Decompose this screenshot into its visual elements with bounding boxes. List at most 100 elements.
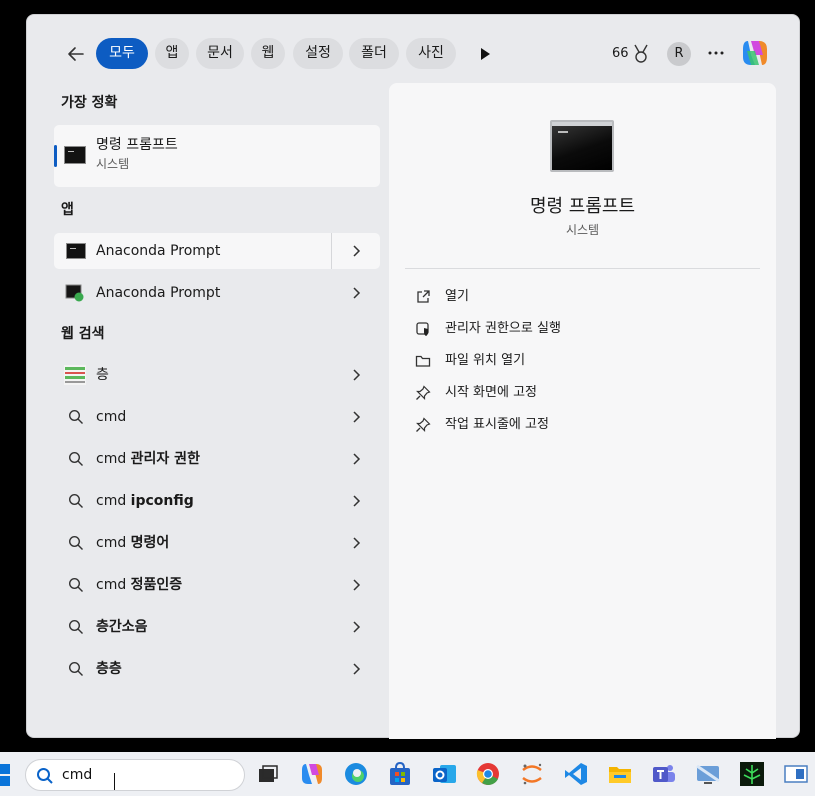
start-button-icon[interactable] xyxy=(0,764,12,786)
filter-chip-web[interactable]: 웹 xyxy=(251,38,285,69)
web-result-label: cmd 관리자 권한 xyxy=(96,451,200,467)
pin-icon xyxy=(416,417,431,432)
search-icon xyxy=(37,768,53,784)
thumbnail-icon xyxy=(64,365,86,385)
remote-desktop-icon[interactable] xyxy=(694,760,722,788)
app-result-anaconda-prompt[interactable]: Anaconda Prompt xyxy=(54,233,380,269)
search-icon xyxy=(68,493,83,508)
search-icon xyxy=(68,535,83,550)
anaconda-prompt-admin-icon xyxy=(65,284,84,302)
taskbar-search-input[interactable] xyxy=(62,765,232,785)
web-result-item[interactable]: 층 xyxy=(54,357,380,393)
more-options-icon[interactable] xyxy=(705,45,727,61)
app-result-anaconda-prompt[interactable]: Anaconda Prompt xyxy=(54,275,380,311)
chevron-right-icon[interactable] xyxy=(349,536,363,550)
filter-chip-apps[interactable]: 앱 xyxy=(155,38,189,69)
action-run-as-admin[interactable]: 관리자 권한으로 실행 xyxy=(415,317,755,341)
web-result-label: 층간소음 xyxy=(96,619,148,635)
filter-chip-documents[interactable]: 문서 xyxy=(196,38,244,69)
web-result-item[interactable]: 층간소음 xyxy=(54,609,380,645)
back-arrow-icon[interactable] xyxy=(63,41,89,67)
file-explorer-icon[interactable] xyxy=(606,760,634,788)
web-result-label: cmd 정품인증 xyxy=(96,577,183,593)
chevron-right-icon[interactable] xyxy=(349,578,363,592)
shield-icon xyxy=(416,322,429,336)
preview-subtitle: 시스템 xyxy=(565,223,600,237)
search-icon xyxy=(68,451,83,466)
terminal-icon[interactable] xyxy=(738,760,766,788)
action-open[interactable]: 열기 xyxy=(415,285,755,309)
filter-chip-settings[interactable]: 설정 xyxy=(293,38,343,69)
chrome-icon[interactable] xyxy=(474,760,502,788)
open-external-icon xyxy=(417,290,430,303)
preview-divider xyxy=(405,268,760,269)
filter-chip-folders[interactable]: 폴더 xyxy=(349,38,399,69)
text-caret xyxy=(114,773,115,790)
web-result-label: 층층 xyxy=(96,661,122,677)
web-result-item[interactable]: cmd 명령어 xyxy=(54,525,380,561)
best-match-heading: 가장 정확 xyxy=(61,95,118,111)
filter-chip-photos[interactable]: 사진 xyxy=(406,38,456,69)
action-label: 열기 xyxy=(445,289,469,304)
app-icon[interactable] xyxy=(782,760,810,788)
web-search-heading: 웹 검색 xyxy=(61,326,105,342)
account-avatar[interactable]: R xyxy=(667,42,691,66)
action-label: 작업 표시줄에 고정 xyxy=(445,417,549,432)
web-result-label: cmd xyxy=(96,409,127,425)
store-icon[interactable] xyxy=(386,760,414,788)
command-prompt-large-icon xyxy=(550,120,614,172)
chevron-right-icon[interactable] xyxy=(349,410,363,424)
search-icon xyxy=(68,619,83,634)
chevron-right-icon[interactable] xyxy=(349,286,363,300)
more-filters-play-icon[interactable] xyxy=(473,42,497,66)
chevron-right-icon[interactable] xyxy=(349,620,363,634)
folder-icon xyxy=(415,355,431,367)
action-open-file-location[interactable]: 파일 위치 열기 xyxy=(415,349,755,373)
selection-indicator xyxy=(54,145,57,167)
teams-icon[interactable] xyxy=(650,760,678,788)
filter-bar: 모두 앱 문서 웹 설정 폴더 사진 66 R xyxy=(27,15,799,89)
web-result-item[interactable]: cmd xyxy=(54,399,380,435)
web-result-label: cmd 명령어 xyxy=(96,535,170,551)
rewards-points: 66 xyxy=(612,46,629,61)
action-pin-to-taskbar[interactable]: 작업 표시줄에 고정 xyxy=(415,413,755,437)
rewards-medal-icon[interactable] xyxy=(631,43,651,65)
web-result-item[interactable]: 층층 xyxy=(54,651,380,687)
pin-icon xyxy=(416,385,431,400)
web-result-item[interactable]: cmd ipconfig xyxy=(54,483,380,519)
best-match-title: 명령 프롬프트 xyxy=(96,137,178,153)
chevron-right-icon[interactable] xyxy=(349,494,363,508)
best-match-subtitle: 시스템 xyxy=(96,157,130,171)
chevron-right-icon[interactable] xyxy=(349,244,363,258)
app-result-label: Anaconda Prompt xyxy=(96,243,221,259)
jupyter-icon[interactable] xyxy=(518,760,546,788)
action-pin-to-start[interactable]: 시작 화면에 고정 xyxy=(415,381,755,405)
app-result-label: Anaconda Prompt xyxy=(96,285,221,301)
web-result-label: cmd ipconfig xyxy=(96,493,194,509)
start-search-panel: 모두 앱 문서 웹 설정 폴더 사진 66 R 가장 정확 명령 프롬프트 시스… xyxy=(26,14,800,739)
search-icon xyxy=(68,577,83,592)
outlook-icon[interactable] xyxy=(430,760,458,788)
command-prompt-icon xyxy=(64,146,86,164)
web-result-item[interactable]: cmd 정품인증 xyxy=(54,567,380,603)
search-icon xyxy=(68,661,83,676)
chevron-right-icon[interactable] xyxy=(349,452,363,466)
copilot-icon[interactable] xyxy=(298,760,326,788)
preview-pane: 명령 프롬프트 시스템 열기 관리자 권한으로 실행 파일 위치 열기 시작 화… xyxy=(389,83,776,739)
chevron-right-icon[interactable] xyxy=(349,662,363,676)
action-label: 관리자 권한으로 실행 xyxy=(445,321,561,336)
edge-icon[interactable] xyxy=(342,760,370,788)
chevron-right-icon[interactable] xyxy=(349,368,363,382)
web-result-label: 층 xyxy=(96,367,109,383)
taskbar xyxy=(0,752,815,796)
task-view-icon[interactable] xyxy=(254,760,282,788)
anaconda-prompt-icon xyxy=(66,243,86,259)
filter-chip-all[interactable]: 모두 xyxy=(96,38,148,69)
web-result-item[interactable]: cmd 관리자 권한 xyxy=(54,441,380,477)
best-match-item[interactable]: 명령 프롬프트 시스템 xyxy=(54,125,380,187)
action-label: 파일 위치 열기 xyxy=(445,353,526,368)
vscode-icon[interactable] xyxy=(562,760,590,788)
copilot-icon[interactable] xyxy=(739,37,771,69)
taskbar-search-box[interactable] xyxy=(25,759,245,791)
action-label: 시작 화면에 고정 xyxy=(445,385,537,400)
